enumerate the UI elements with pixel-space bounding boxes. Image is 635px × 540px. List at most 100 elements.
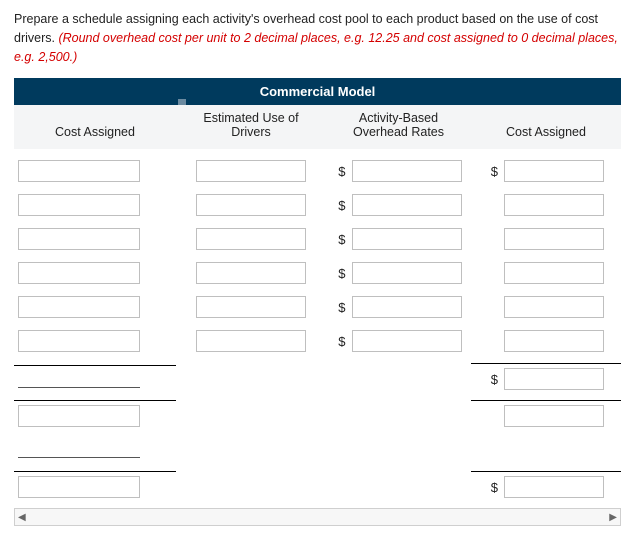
cost-assigned-right-input[interactable] [504, 368, 604, 390]
cell-cost-assigned-left [14, 440, 176, 458]
dollar-spacer [488, 300, 498, 315]
scroll-right-arrow[interactable]: ▶ [609, 512, 617, 523]
cost-assigned-left-input[interactable] [18, 476, 140, 498]
estimated-drivers-input[interactable] [196, 262, 306, 284]
banner-tab-mark [178, 99, 186, 105]
cost-assigned-right-input[interactable] [504, 330, 604, 352]
cost-assigned-right-input[interactable] [504, 228, 604, 250]
dollar-spacer [488, 266, 498, 281]
cell-cost-assigned-left [14, 330, 176, 352]
cell-overhead-rate: $ [326, 160, 471, 182]
dollar-sign: $ [488, 372, 498, 387]
dollar-spacer [488, 232, 498, 247]
cost-assigned-left-input[interactable] [18, 405, 140, 427]
cell-estimated-drivers [176, 194, 326, 216]
cell-cost-assigned-left [14, 160, 176, 182]
cost-assigned-left-input[interactable] [18, 160, 140, 182]
cost-assigned-right-input[interactable] [504, 405, 604, 427]
cell-cost-assigned-left [14, 262, 176, 284]
cell-cost-assigned-left [14, 400, 176, 427]
cell-overhead-rate: $ [326, 262, 471, 284]
cost-assigned-right-input[interactable] [504, 476, 604, 498]
dollar-sign: $ [336, 266, 346, 281]
dollar-spacer [488, 334, 498, 349]
cost-assigned-left-input[interactable] [18, 194, 140, 216]
dollar-sign: $ [336, 232, 346, 247]
cutoff-text [14, 526, 621, 540]
table-row: $ [14, 261, 621, 285]
overhead-rate-input[interactable] [352, 262, 462, 284]
horizontal-scrollbar[interactable]: ◀ ▶ [14, 508, 621, 526]
cell-overhead-rate: $ [326, 330, 471, 352]
cost-assigned-left-input[interactable] [18, 296, 140, 318]
underline-placeholder [18, 440, 140, 458]
cost-assigned-left-input[interactable] [18, 330, 140, 352]
overhead-rate-input[interactable] [352, 296, 462, 318]
table-row: $ [14, 471, 621, 498]
column-headers: Cost Assigned Estimated Use of Drivers A… [14, 105, 621, 149]
table-row [14, 400, 621, 427]
cell-cost-assigned-right [471, 296, 621, 318]
estimated-drivers-input[interactable] [196, 330, 306, 352]
dollar-sign: $ [336, 164, 346, 179]
cell-cost-assigned-left [14, 194, 176, 216]
cell-cost-assigned-left [14, 228, 176, 250]
dollar-sign: $ [488, 164, 498, 179]
cell-cost-assigned-right: $ [471, 363, 621, 390]
cell-cost-assigned-right [471, 228, 621, 250]
cell-estimated-drivers [176, 228, 326, 250]
table-banner: Commercial Model [14, 78, 621, 105]
instruction-text: Prepare a schedule assigning each activi… [14, 10, 621, 66]
dollar-spacer [488, 198, 498, 213]
dollar-sign: $ [336, 300, 346, 315]
overhead-rate-input[interactable] [352, 194, 462, 216]
cell-cost-assigned-right [471, 330, 621, 352]
table-row: $ [14, 329, 621, 353]
cell-overhead-rate: $ [326, 194, 471, 216]
schedule-table: Commercial Model Cost Assigned Estimated… [14, 78, 621, 540]
estimated-drivers-input[interactable] [196, 160, 306, 182]
table-row: $ [14, 295, 621, 319]
cell-cost-assigned-right: $ [471, 471, 621, 498]
overhead-rate-input[interactable] [352, 330, 462, 352]
cell-overhead-rate: $ [326, 296, 471, 318]
cost-assigned-right-input[interactable] [504, 160, 604, 182]
cost-assigned-right-input[interactable] [504, 194, 604, 216]
cell-estimated-drivers [176, 262, 326, 284]
estimated-drivers-input[interactable] [196, 194, 306, 216]
cell-estimated-drivers [176, 160, 326, 182]
cost-assigned-left-input[interactable] [18, 262, 140, 284]
cell-estimated-drivers [176, 296, 326, 318]
cell-cost-assigned-right [471, 400, 621, 427]
rows-container: $$$ $ $ $ $ $ $ [14, 149, 621, 498]
cost-assigned-left-input[interactable] [18, 228, 140, 250]
table-row [14, 437, 621, 461]
dollar-sign: $ [336, 198, 346, 213]
dollar-spacer [488, 409, 498, 424]
underline-placeholder [18, 370, 140, 388]
cell-cost-assigned-left [14, 365, 176, 388]
table-row: $ [14, 193, 621, 217]
cost-assigned-right-input[interactable] [504, 262, 604, 284]
cost-assigned-right-input[interactable] [504, 296, 604, 318]
overhead-rate-input[interactable] [352, 160, 462, 182]
overhead-rate-input[interactable] [352, 228, 462, 250]
estimated-drivers-input[interactable] [196, 296, 306, 318]
dollar-sign: $ [336, 334, 346, 349]
scroll-left-arrow[interactable]: ◀ [18, 512, 26, 523]
estimated-drivers-input[interactable] [196, 228, 306, 250]
cell-cost-assigned-right [471, 194, 621, 216]
banner-title: Commercial Model [260, 84, 376, 99]
cell-cost-assigned-left [14, 471, 176, 498]
cell-cost-assigned-left [14, 296, 176, 318]
dollar-sign: $ [488, 480, 498, 495]
header-estimated-drivers: Estimated Use of Drivers [176, 105, 326, 149]
table-row: $ [14, 227, 621, 251]
header-cost-assigned-right: Cost Assigned [471, 115, 621, 149]
table-row: $$ [14, 159, 621, 183]
cell-overhead-rate: $ [326, 228, 471, 250]
header-overhead-rates: Activity-Based Overhead Rates [326, 105, 471, 149]
cell-estimated-drivers [176, 330, 326, 352]
table-row: $ [14, 363, 621, 390]
cell-cost-assigned-right: $ [471, 160, 621, 182]
